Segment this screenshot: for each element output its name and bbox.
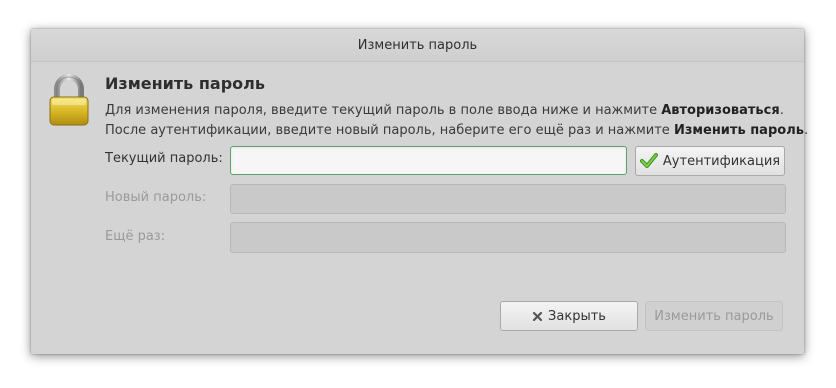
check-icon bbox=[639, 153, 658, 169]
new-password-label: Новый пароль: bbox=[105, 190, 207, 205]
authenticate-button[interactable]: Аутентификация bbox=[635, 146, 785, 176]
current-password-label: Текущий пароль: bbox=[105, 151, 223, 166]
dialog-description: Для изменения пароля, введите текущий па… bbox=[105, 101, 808, 141]
change-password-dialog: Изменить пароль Изменить пароль Для изме… bbox=[31, 29, 808, 354]
description-line-2: После аутентификации, введите новый паро… bbox=[105, 121, 808, 141]
change-password-button-label: Изменить пароль bbox=[654, 308, 774, 324]
desc-line1-bold: Авторизоваться bbox=[661, 103, 780, 118]
close-button[interactable]: Закрыть bbox=[500, 301, 638, 331]
repeat-password-label: Ещё раз: bbox=[105, 229, 166, 244]
new-password-input[interactable] bbox=[230, 184, 786, 214]
window-titlebar[interactable]: Изменить пароль bbox=[31, 29, 804, 62]
close-button-label: Закрыть bbox=[548, 308, 606, 324]
current-password-input[interactable] bbox=[230, 146, 627, 175]
change-password-button[interactable]: Изменить пароль bbox=[645, 301, 783, 331]
repeat-password-input[interactable] bbox=[230, 222, 786, 253]
description-line-1: Для изменения пароля, введите текущий па… bbox=[105, 101, 808, 121]
desc-line1-end: . bbox=[779, 103, 784, 118]
authenticate-button-label: Аутентификация bbox=[662, 153, 781, 169]
close-icon bbox=[532, 311, 543, 322]
desc-line2-end: . bbox=[803, 123, 809, 138]
dialog-heading: Изменить пароль bbox=[105, 74, 265, 93]
window-title: Изменить пароль bbox=[357, 37, 478, 53]
desc-line2-bold: Изменить пароль bbox=[673, 123, 804, 138]
lock-icon bbox=[47, 73, 91, 129]
desc-line1-text: Для изменения пароля, введите текущий па… bbox=[105, 103, 662, 118]
desc-line2-text: После аутентификации, введите новый паро… bbox=[105, 123, 674, 138]
